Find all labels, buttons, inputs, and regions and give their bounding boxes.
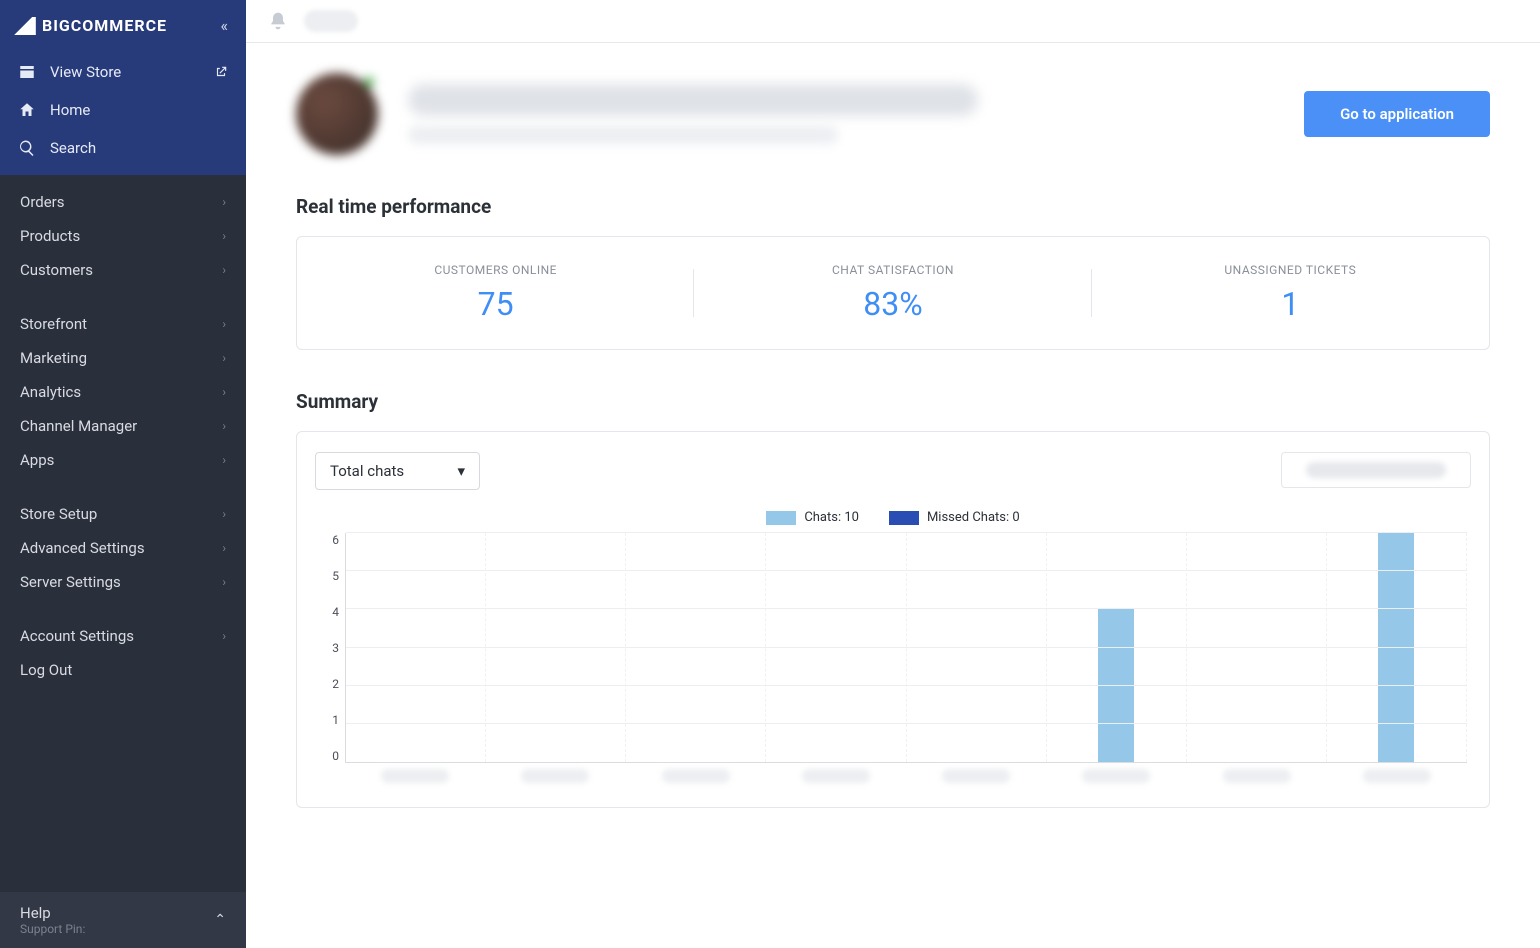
chart-y-axis: 6543210 [315, 533, 339, 763]
chevron-right-icon: › [222, 453, 226, 467]
chevron-right-icon: › [222, 317, 226, 331]
view-store-link[interactable]: View Store [0, 53, 246, 91]
topbar [246, 0, 1540, 43]
welcome-subtitle-blurred [408, 126, 838, 144]
chevron-right-icon: › [222, 507, 226, 521]
chevron-right-icon: › [222, 229, 226, 243]
store-icon [18, 63, 36, 81]
topbar-blurred-label [304, 10, 358, 32]
sidebar: BIGCOMMERCE « View Store Home Search Ord… [0, 0, 246, 948]
nav-analytics[interactable]: Analytics› [0, 375, 246, 409]
chart-x-axis [345, 769, 1467, 789]
nav-storefront[interactable]: Storefront› [0, 307, 246, 341]
nav-store-setup[interactable]: Store Setup› [0, 497, 246, 531]
search-icon [18, 139, 36, 157]
nav-group-2: Storefront› Marketing› Analytics› Channe… [0, 297, 246, 487]
chevron-up-icon: ⌃ [214, 912, 226, 928]
chart-plot-area [345, 533, 1467, 763]
nav-products[interactable]: Products› [0, 219, 246, 253]
go-to-application-button[interactable]: Go to application [1304, 91, 1490, 137]
summary-section-title: Summary [296, 390, 1490, 413]
welcome-title-blurred [408, 84, 978, 116]
nav-customers[interactable]: Customers› [0, 253, 246, 287]
brand-logo: BIGCOMMERCE [14, 16, 167, 35]
chevron-right-icon: › [222, 263, 226, 277]
perf-card: CUSTOMERS ONLINE 75 CHAT SATISFACTION 83… [296, 236, 1490, 350]
perf-customers-online: CUSTOMERS ONLINE 75 [297, 263, 694, 323]
chevron-right-icon: › [222, 629, 226, 643]
nav-group-4: Account Settings› Log Out [0, 609, 246, 697]
home-icon [18, 101, 36, 119]
external-link-icon [214, 65, 228, 79]
welcome-row: Go to application [296, 73, 1490, 155]
nav-orders[interactable]: Orders› [0, 185, 246, 219]
sidebar-brand-section: BIGCOMMERCE « View Store Home Search [0, 0, 246, 175]
home-link[interactable]: Home [0, 91, 246, 129]
legend-swatch-chats [766, 511, 796, 525]
nav-marketing[interactable]: Marketing› [0, 341, 246, 375]
sidebar-help-section[interactable]: Help Support Pin: ⌃ [0, 892, 246, 948]
perf-chat-satisfaction: CHAT SATISFACTION 83% [694, 263, 1091, 323]
search-link[interactable]: Search [0, 129, 246, 167]
chart-bar [1378, 533, 1414, 762]
chevron-down-icon: ▾ [457, 462, 465, 480]
nav-group-1: Orders› Products› Customers› [0, 175, 246, 297]
chevron-right-icon: › [222, 385, 226, 399]
perf-section-title: Real time performance [296, 195, 1490, 218]
nav-logout[interactable]: Log Out [0, 653, 246, 687]
legend-swatch-missed [889, 511, 919, 525]
chevron-right-icon: › [222, 541, 226, 555]
summary-metric-dropdown[interactable]: Total chats ▾ [315, 452, 480, 490]
nav-server-settings[interactable]: Server Settings› [0, 565, 246, 599]
collapse-sidebar-icon[interactable]: « [220, 16, 228, 35]
user-avatar [296, 73, 378, 155]
nav-advanced-settings[interactable]: Advanced Settings› [0, 531, 246, 565]
summary-card: Total chats ▾ Chats: 10 Missed Chats: 0 … [296, 431, 1490, 808]
nav-group-3: Store Setup› Advanced Settings› Server S… [0, 487, 246, 609]
chevron-right-icon: › [222, 419, 226, 433]
nav-apps[interactable]: Apps› [0, 443, 246, 477]
date-range-picker[interactable] [1281, 452, 1471, 488]
nav-channel-manager[interactable]: Channel Manager› [0, 409, 246, 443]
chevron-right-icon: › [222, 351, 226, 365]
perf-unassigned-tickets: UNASSIGNED TICKETS 1 [1092, 263, 1489, 323]
main-content: Go to application Real time performance … [246, 0, 1540, 948]
chart-bar [1098, 609, 1134, 762]
chevron-right-icon: › [222, 575, 226, 589]
bell-icon[interactable] [268, 11, 288, 31]
chevron-right-icon: › [222, 195, 226, 209]
nav-account-settings[interactable]: Account Settings› [0, 619, 246, 653]
chart-legend: Chats: 10 Missed Chats: 0 [315, 510, 1471, 525]
support-pin-label: Support Pin: [20, 922, 85, 936]
help-label: Help [20, 904, 85, 922]
summary-chart: 6543210 [315, 533, 1471, 783]
